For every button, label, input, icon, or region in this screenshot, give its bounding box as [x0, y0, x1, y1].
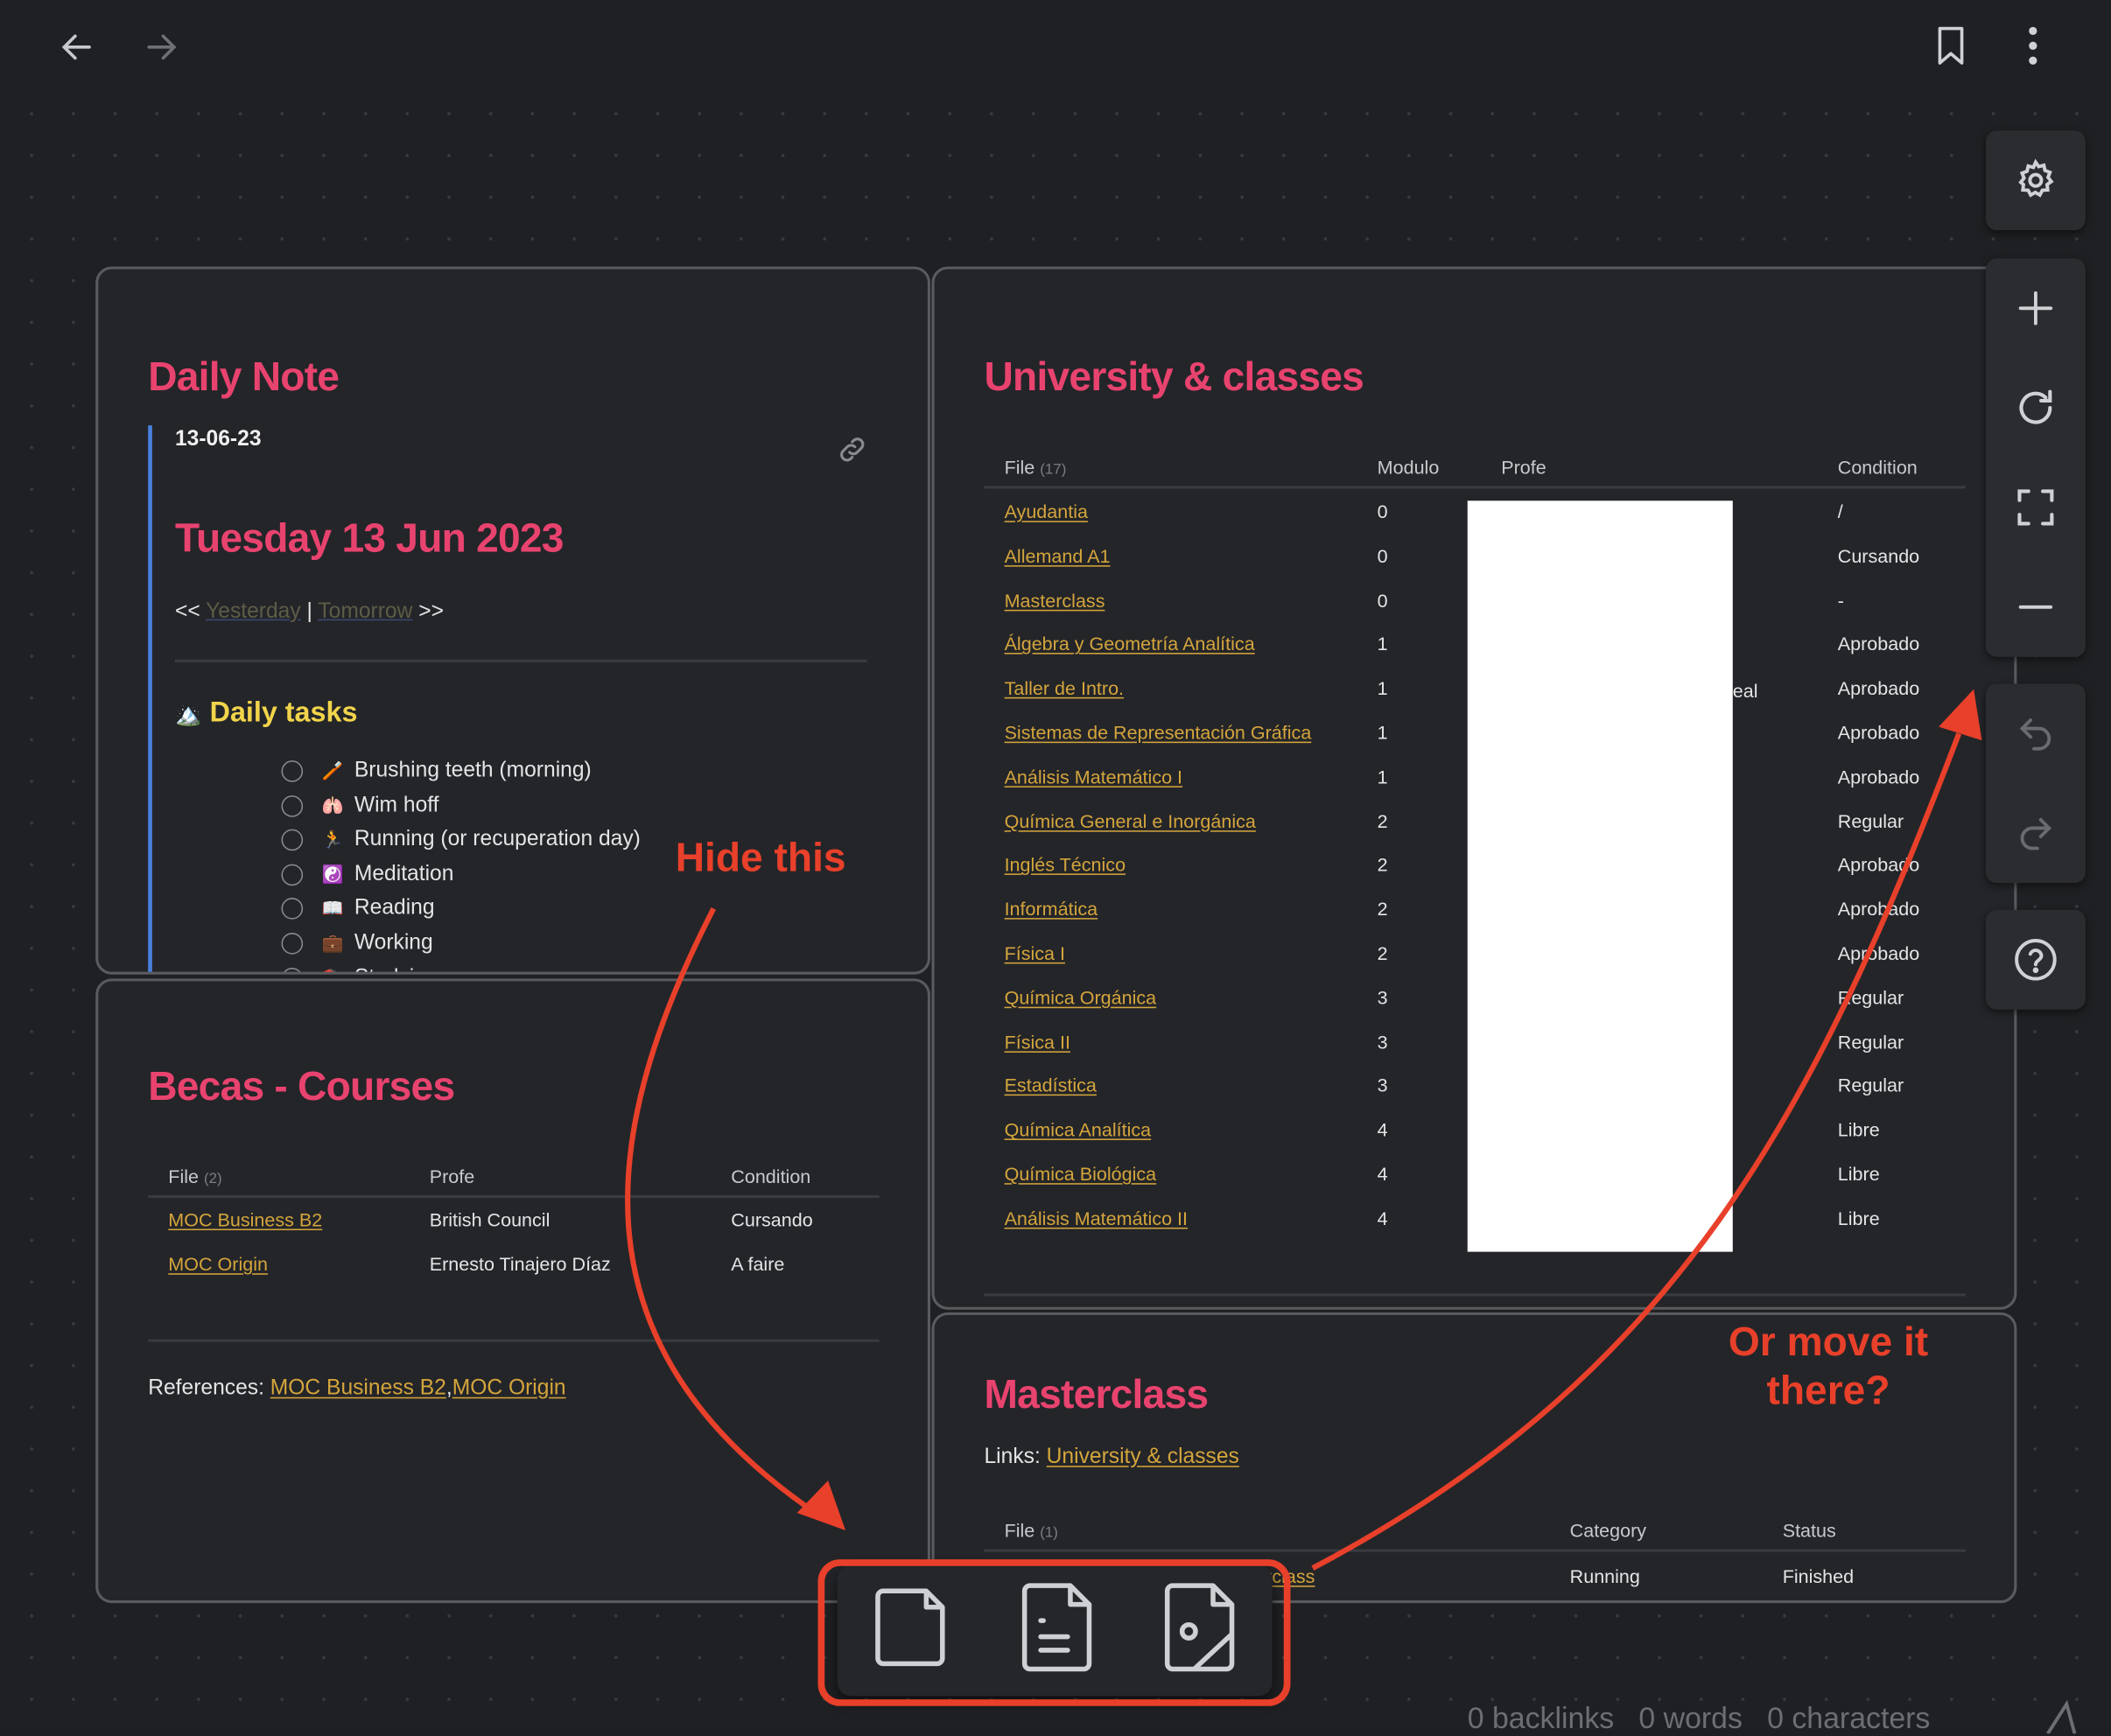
annotation-line: Or move it	[1728, 1320, 1929, 1365]
arrowhead	[796, 1480, 846, 1531]
highlight-box	[817, 1559, 1291, 1706]
annotation-line: there?	[1766, 1368, 1890, 1414]
arrow-hide	[625, 906, 810, 1510]
annotation-hide: Hide this	[675, 836, 846, 881]
annotation-overlay	[625, 689, 1982, 1706]
canvas[interactable]: Daily Note 13-06-23 Tuesday 13 Jun 2023 …	[0, 0, 2111, 1735]
arrowhead	[1939, 689, 1982, 741]
annotation-move: Or move it there?	[1710, 1320, 1947, 1417]
arrow-move	[1311, 732, 1962, 1571]
